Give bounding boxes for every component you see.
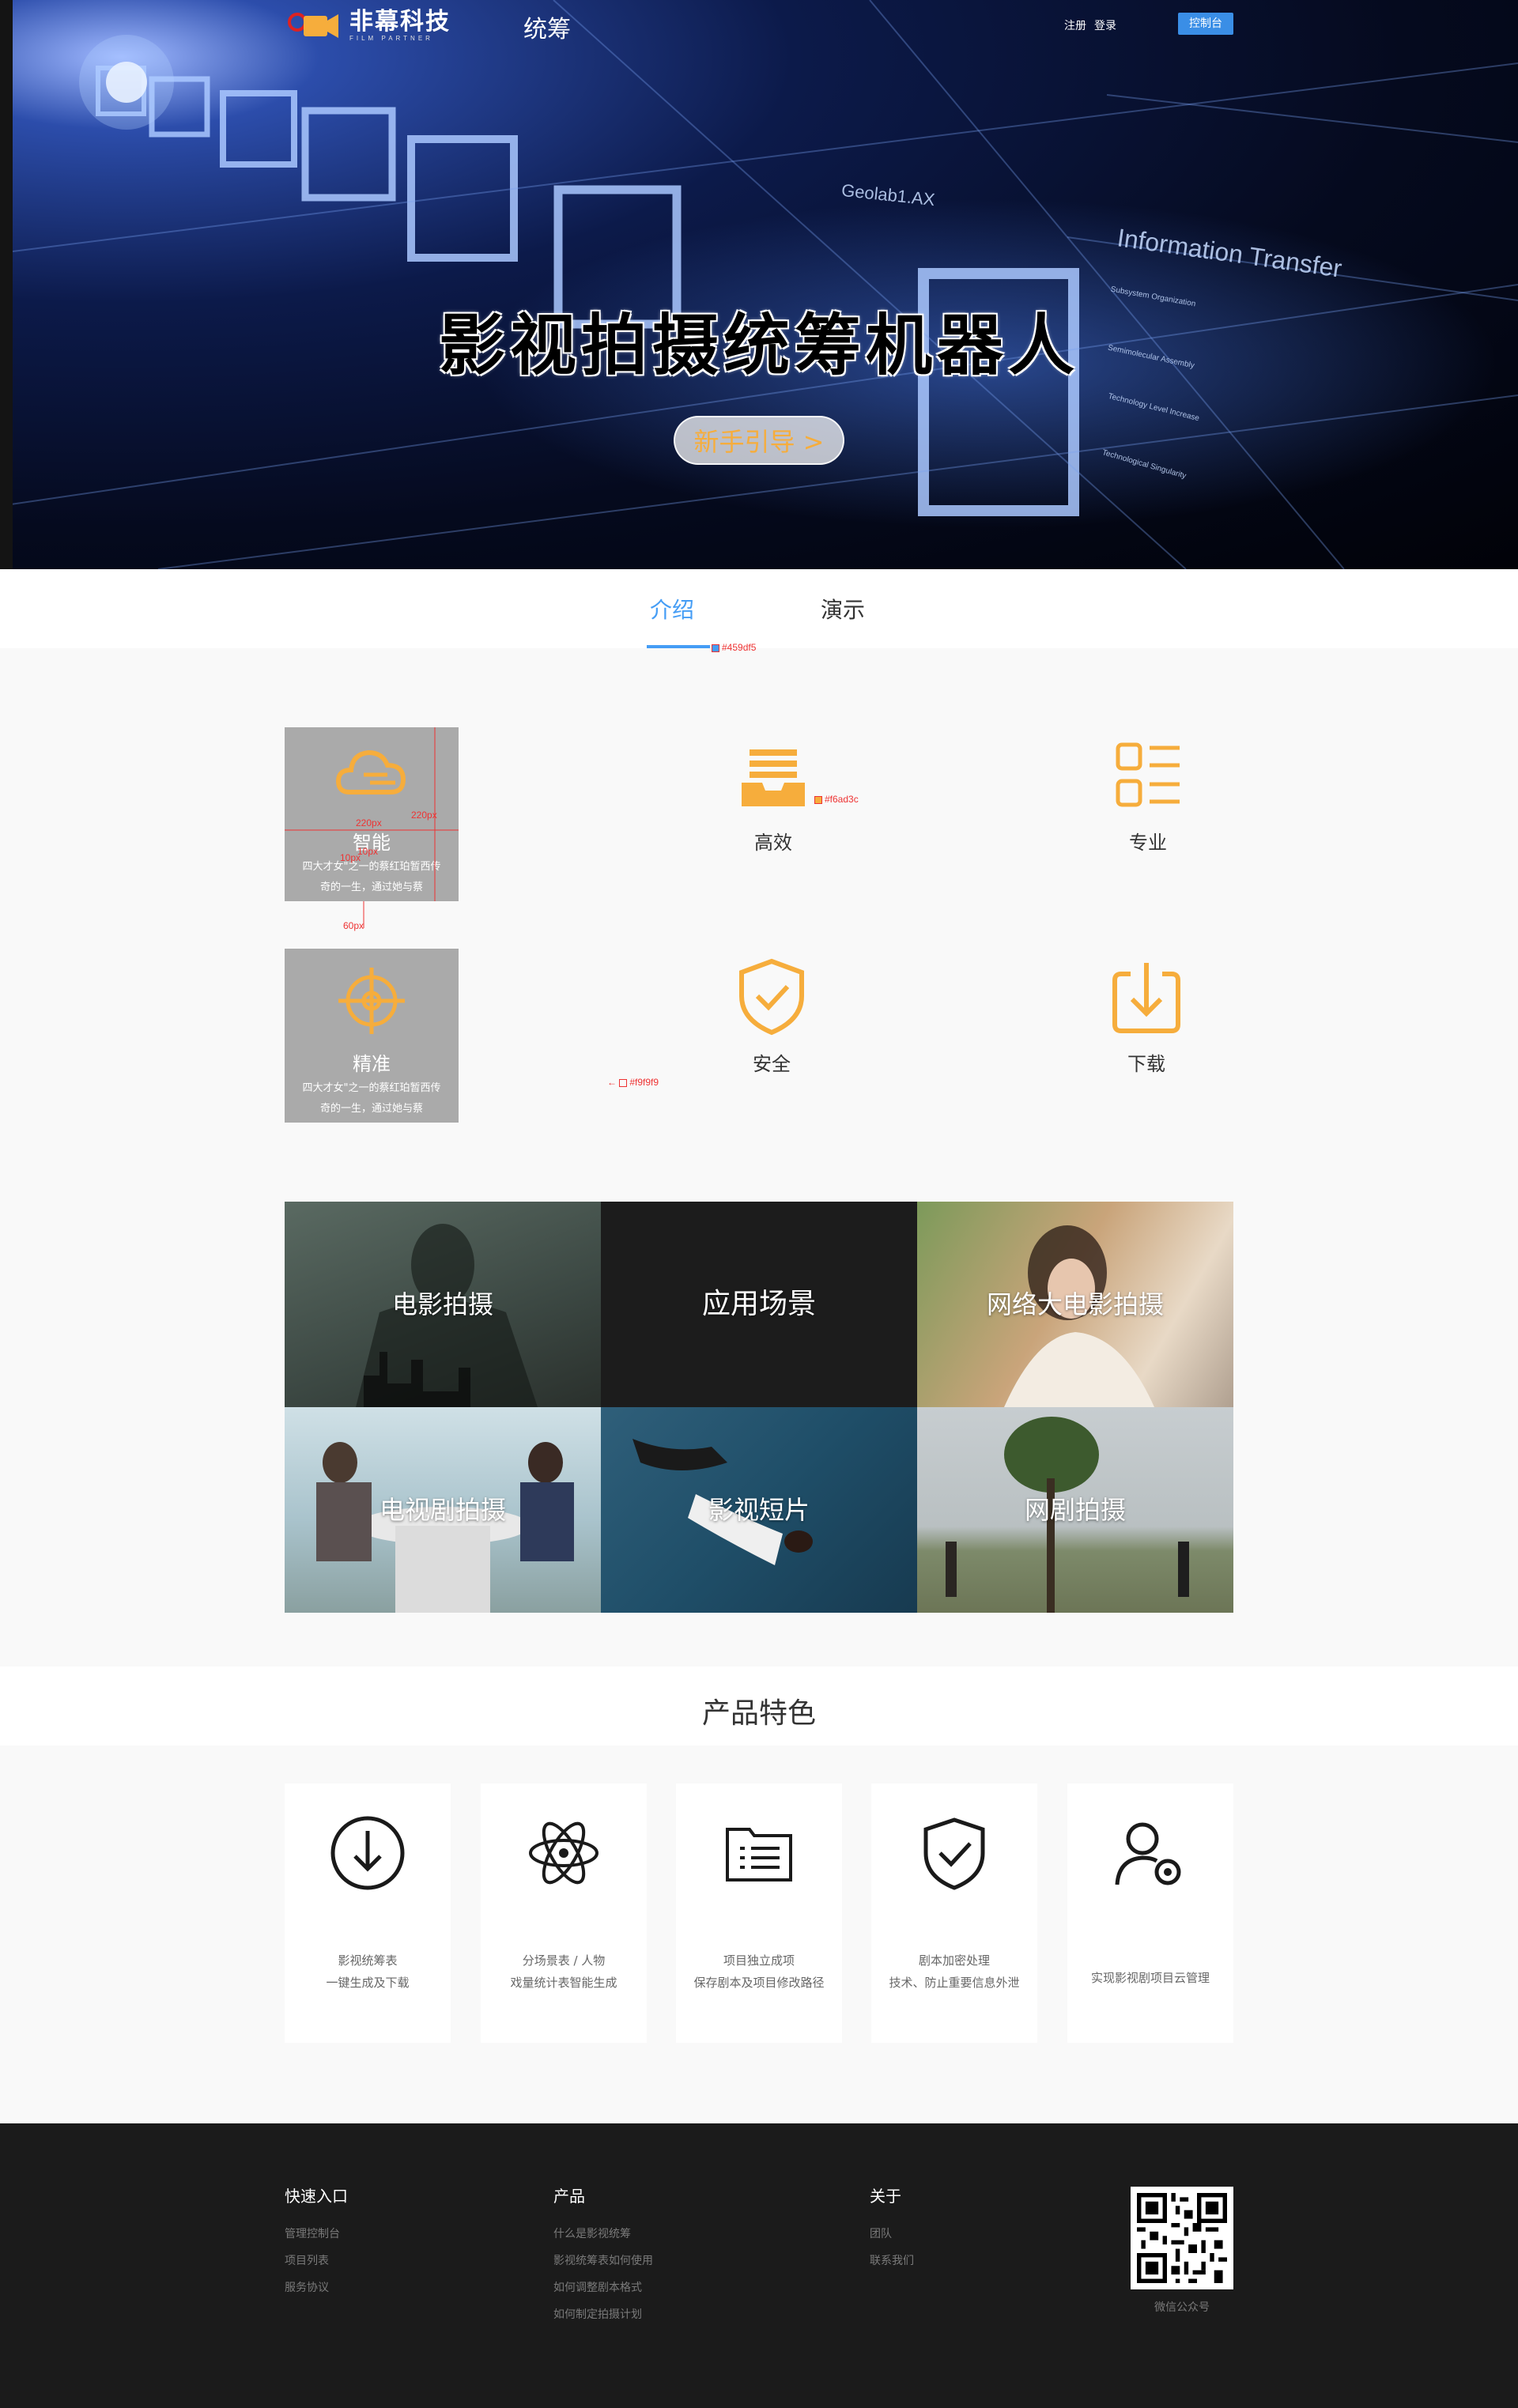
tab-bar: 介绍 演示 #459df5 xyxy=(0,569,1518,653)
tab-active-indicator xyxy=(647,645,710,648)
color-annotation: #f6ad3c xyxy=(814,794,859,805)
scene-tv-drama[interactable]: 电视剧拍摄 xyxy=(285,1407,601,1613)
shield-check-icon xyxy=(739,958,804,1036)
feature-secure[interactable]: 安全 xyxy=(685,949,859,1123)
scene-web-movie[interactable]: 网络大电影拍摄 xyxy=(917,1202,1233,1407)
scene-short-film[interactable]: 影视短片 xyxy=(601,1407,917,1613)
application-scenes: 电影拍摄 应用场景 网络大电影拍摄 电视剧拍摄 影视短片 网剧拍摄 xyxy=(285,1202,1233,1613)
width-annotation: 220px xyxy=(356,817,382,828)
feature-download[interactable]: 下载 xyxy=(1059,949,1233,1123)
download-circle-icon xyxy=(330,1816,405,1890)
scene-label: 网络大电影拍摄 xyxy=(986,1289,1164,1319)
product-card: 实现影视剧项目云管理 xyxy=(1067,1783,1233,2043)
gap-annotation: 60px xyxy=(343,920,364,931)
hero-left-edge xyxy=(0,0,13,569)
footer-link[interactable]: 联系我们 xyxy=(870,2248,914,2274)
login-link[interactable]: 登录 xyxy=(1094,17,1116,33)
footer-about-links: 关于 团队 联系我们 xyxy=(870,2183,914,2274)
scene-label: 电视剧拍摄 xyxy=(379,1495,506,1525)
scene-movie[interactable]: 电影拍摄 xyxy=(285,1202,601,1407)
footer-link[interactable]: 管理控制台 xyxy=(285,2221,348,2248)
footer-link[interactable]: 什么是影视统筹 xyxy=(553,2221,653,2248)
footer-link[interactable]: 影视统筹表如何使用 xyxy=(553,2248,653,2274)
color-annotation: ← #f9f9f9 xyxy=(607,1077,659,1088)
card-line: 影视统筹表 xyxy=(338,1953,398,1968)
register-link[interactable]: 注册 xyxy=(1064,17,1086,33)
card-line: 分场景表 / 人物 xyxy=(522,1953,606,1968)
logo-text: 非幕科技 xyxy=(349,7,451,36)
shield-check-icon xyxy=(923,1817,985,1890)
card-line: 项目独立成项 xyxy=(723,1953,795,1968)
footer-link[interactable]: 如何调整剧本格式 xyxy=(553,2274,653,2301)
wechat-qr-code xyxy=(1131,2187,1233,2289)
atom-icon xyxy=(529,1821,599,1885)
footer-link[interactable]: 项目列表 xyxy=(285,2248,348,2274)
footer-link[interactable]: 团队 xyxy=(870,2221,914,2248)
hero-banner: Geolab1.AX Information Transfer Subsyste… xyxy=(0,0,1518,569)
film-camera-logo-icon xyxy=(286,6,343,44)
folder-list-icon xyxy=(726,1828,792,1881)
inbox-tray-icon xyxy=(742,749,805,806)
card-line: 实现影视剧项目云管理 xyxy=(1090,1971,1210,1985)
feature-title: 高效 xyxy=(754,832,792,854)
color-annotation: #459df5 xyxy=(712,642,756,653)
console-button[interactable]: 控制台 xyxy=(1178,13,1233,35)
card-line: 戏量统计表智能生成 xyxy=(510,1976,617,1990)
scene-web-series[interactable]: 网剧拍摄 xyxy=(917,1407,1233,1613)
footer-link[interactable]: 如何制定拍摄计划 xyxy=(553,2301,653,2328)
footer-heading: 关于 xyxy=(870,2187,901,2206)
feature-title: 下载 xyxy=(1127,1053,1165,1075)
list-icon xyxy=(1116,742,1180,807)
feature-desc: 四大才女"之一的蔡红珀暂西传奇的一生，通过她与蔡 xyxy=(302,1082,441,1115)
card-line: 保存剧本及项目修改路径 xyxy=(693,1976,825,1990)
nav-title[interactable]: 统筹 xyxy=(523,9,571,44)
scene-label: 影视短片 xyxy=(708,1495,810,1525)
product-card: 项目独立成项保存剧本及项目修改路径 xyxy=(676,1783,842,2043)
height-annotation: 220px xyxy=(411,810,437,821)
hero-title: 影视拍摄统筹机器人 xyxy=(438,307,1079,384)
footer-link[interactable]: 服务协议 xyxy=(285,2274,348,2301)
card-line: 一键生成及下载 xyxy=(326,1976,410,1990)
feature-title: 安全 xyxy=(753,1053,791,1075)
product-card: 影视统筹表一键生成及下载 xyxy=(285,1783,451,2043)
tab-intro[interactable]: 介绍 xyxy=(650,593,694,625)
footer-product-links: 产品 什么是影视统筹 影视统筹表如何使用 如何调整剧本格式 如何制定拍摄计划 xyxy=(553,2183,653,2328)
feature-title: 精准 xyxy=(353,1053,391,1075)
feature-title: 专业 xyxy=(1129,832,1167,854)
feature-professional[interactable]: 专业 xyxy=(1061,727,1235,901)
guide-button[interactable]: 新手引导 > xyxy=(674,416,844,465)
feature-efficient[interactable]: 高效 xyxy=(686,727,860,901)
gap-annotation: 10px xyxy=(357,846,379,857)
footer-heading: 产品 xyxy=(553,2187,585,2206)
scene-label: 应用场景 xyxy=(701,1288,816,1320)
product-features-header: 产品特色 xyxy=(0,1666,1518,1746)
feature-precise[interactable]: 精准 四大才女"之一的蔡红珀暂西传奇的一生，通过她与蔡 xyxy=(285,949,459,1123)
card-line: 剧本加密处理 xyxy=(918,1953,990,1968)
product-card: 分场景表 / 人物 戏量统计表智能生成 xyxy=(481,1783,647,2043)
hero-background-graphic xyxy=(0,0,1518,569)
qr-caption: 微信公众号 xyxy=(1154,2301,1210,2314)
footer: 快速入口 管理控制台 项目列表 服务协议 产品 什么是影视统筹 影视统筹表如何使… xyxy=(0,2123,1518,2408)
footer-quick-links: 快速入口 管理控制台 项目列表 服务协议 xyxy=(285,2183,348,2301)
footer-heading: 快速入口 xyxy=(285,2187,348,2206)
logo-subtext: FILM PARTNER xyxy=(349,34,433,42)
user-gear-icon xyxy=(1115,1822,1181,1885)
section-title: 产品特色 xyxy=(701,1697,816,1730)
download-icon xyxy=(1112,963,1180,1033)
card-line: 技术、防止重要信息外泄 xyxy=(889,1976,1020,1990)
crosshair-icon xyxy=(338,968,405,1034)
scene-heading: 应用场景 xyxy=(601,1202,917,1407)
product-card: 剧本加密处理技术、防止重要信息外泄 xyxy=(871,1783,1037,2043)
tab-demo[interactable]: 演示 xyxy=(821,593,865,625)
scene-label: 电影拍摄 xyxy=(391,1289,493,1319)
logo[interactable]: 非幕科技 FILM PARTNER xyxy=(286,6,451,44)
scene-label: 网剧拍摄 xyxy=(1024,1495,1126,1525)
